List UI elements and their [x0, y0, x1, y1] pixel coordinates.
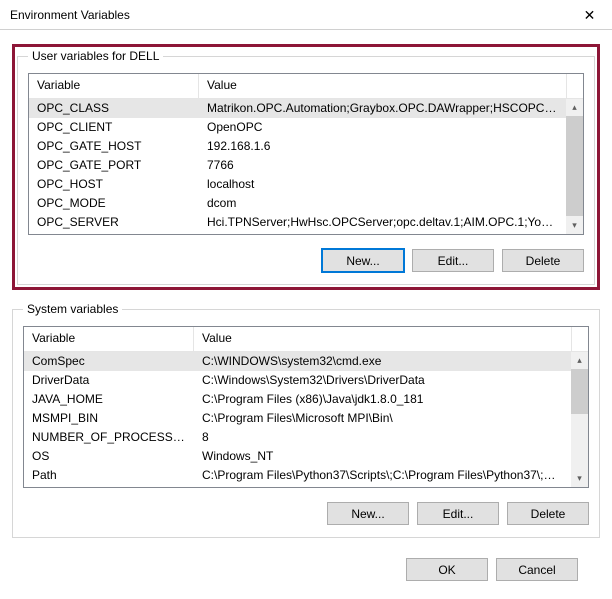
window-content: User variables for DELL Variable Value O… [0, 30, 612, 591]
user-variables-buttons: New... Edit... Delete [28, 249, 584, 272]
listview-body: ComSpecC:\WINDOWS\system32\cmd.exeDriver… [24, 352, 588, 487]
variable-value-cell: Hci.TPNServer;HwHsc.OPCServer;opc.deltav… [199, 213, 566, 232]
system-variables-buttons: New... Edit... Delete [23, 502, 589, 525]
variable-value-cell: C:\Program Files (x86)\Java\jdk1.8.0_181 [194, 390, 571, 409]
table-row[interactable]: OPC_GATE_PORT7766 [29, 156, 566, 175]
variable-value-cell: 7766 [199, 156, 566, 175]
table-row[interactable]: JAVA_HOMEC:\Program Files (x86)\Java\jdk… [24, 390, 571, 409]
new-button[interactable]: New... [327, 502, 409, 525]
new-button[interactable]: New... [322, 249, 404, 272]
table-row[interactable]: PathC:\Program Files\Python37\Scripts\;C… [24, 466, 571, 485]
variable-value-cell: localhost [199, 175, 566, 194]
close-icon[interactable]: ✕ [567, 0, 612, 30]
variable-value-cell: C:\Program Files\Python37\Scripts\;C:\Pr… [194, 466, 571, 485]
scroll-down-icon[interactable]: ▾ [571, 470, 588, 487]
listview-body: OPC_CLASSMatrikon.OPC.Automation;Graybox… [29, 99, 583, 234]
table-row[interactable]: NUMBER_OF_PROCESSORS8 [24, 428, 571, 447]
variable-value-cell: OpenOPC [199, 118, 566, 137]
user-variables-rows: OPC_CLASSMatrikon.OPC.Automation;Graybox… [29, 99, 566, 234]
scroll-down-icon[interactable]: ▾ [566, 217, 583, 234]
variable-name-cell: OPC_CLASS [29, 99, 199, 118]
listview-header: Variable Value [29, 74, 583, 99]
variable-name-cell: Path [24, 466, 194, 485]
user-variables-highlight: User variables for DELL Variable Value O… [12, 44, 600, 290]
table-row[interactable]: OPC_GATE_HOST192.168.1.6 [29, 137, 566, 156]
system-variables-listview[interactable]: Variable Value ComSpecC:\WINDOWS\system3… [23, 326, 589, 488]
variable-name-cell: OPC_GATE_PORT [29, 156, 199, 175]
scrollbar-header-placeholder [571, 327, 588, 351]
column-header-variable[interactable]: Variable [24, 327, 194, 351]
variable-name-cell: MSMPI_BIN [24, 409, 194, 428]
system-variables-group: System variables Variable Value ComSpecC… [12, 302, 600, 538]
variable-value-cell: 8 [194, 428, 571, 447]
variable-name-cell: NUMBER_OF_PROCESSORS [24, 428, 194, 447]
system-variables-scrollbar[interactable]: ▴ ▾ [571, 352, 588, 487]
table-row[interactable]: OSWindows_NT [24, 447, 571, 466]
scroll-thumb[interactable] [571, 369, 588, 414]
column-header-variable[interactable]: Variable [29, 74, 199, 98]
scroll-up-icon[interactable]: ▴ [566, 99, 583, 116]
variable-name-cell: JAVA_HOME [24, 390, 194, 409]
delete-button[interactable]: Delete [502, 249, 584, 272]
system-variables-rows: ComSpecC:\WINDOWS\system32\cmd.exeDriver… [24, 352, 571, 487]
cancel-button[interactable]: Cancel [496, 558, 578, 581]
user-variables-group: User variables for DELL Variable Value O… [17, 49, 595, 285]
table-row[interactable]: MSMPI_BINC:\Program Files\Microsoft MPI\… [24, 409, 571, 428]
listview-header: Variable Value [24, 327, 588, 352]
variable-name-cell: ComSpec [24, 352, 194, 371]
table-row[interactable]: OPC_MODEdcom [29, 194, 566, 213]
window-title: Environment Variables [10, 8, 567, 22]
variable-name-cell: DriverData [24, 371, 194, 390]
delete-button[interactable]: Delete [507, 502, 589, 525]
window-titlebar: Environment Variables ✕ [0, 0, 612, 30]
column-header-value[interactable]: Value [194, 327, 571, 351]
variable-name-cell: OPC_GATE_HOST [29, 137, 199, 156]
system-variables-legend: System variables [23, 302, 122, 316]
variable-value-cell: dcom [199, 194, 566, 213]
table-row[interactable]: OPC_CLASSMatrikon.OPC.Automation;Graybox… [29, 99, 566, 118]
scroll-up-icon[interactable]: ▴ [571, 352, 588, 369]
variable-value-cell: Windows_NT [194, 447, 571, 466]
user-variables-scrollbar[interactable]: ▴ ▾ [566, 99, 583, 234]
scrollbar-header-placeholder [566, 74, 583, 98]
user-variables-legend: User variables for DELL [28, 49, 163, 63]
table-row[interactable]: ComSpecC:\WINDOWS\system32\cmd.exe [24, 352, 571, 371]
table-row[interactable]: OPC_HOSTlocalhost [29, 175, 566, 194]
edit-button[interactable]: Edit... [412, 249, 494, 272]
table-row[interactable]: OPC_CLIENTOpenOPC [29, 118, 566, 137]
variable-name-cell: OPC_HOST [29, 175, 199, 194]
variable-name-cell: OPC_CLIENT [29, 118, 199, 137]
ok-button[interactable]: OK [406, 558, 488, 581]
dialog-footer-buttons: OK Cancel [12, 552, 600, 581]
variable-value-cell: Matrikon.OPC.Automation;Graybox.OPC.DAWr… [199, 99, 566, 118]
column-header-value[interactable]: Value [199, 74, 566, 98]
variable-value-cell: C:\Windows\System32\Drivers\DriverData [194, 371, 571, 390]
system-variables-wrap: System variables Variable Value ComSpecC… [12, 302, 600, 538]
variable-name-cell: OS [24, 447, 194, 466]
user-variables-listview[interactable]: Variable Value OPC_CLASSMatrikon.OPC.Aut… [28, 73, 584, 235]
table-row[interactable]: DriverDataC:\Windows\System32\Drivers\Dr… [24, 371, 571, 390]
scroll-thumb[interactable] [566, 116, 583, 216]
variable-name-cell: OPC_SERVER [29, 213, 199, 232]
table-row[interactable]: OPC_SERVERHci.TPNServer;HwHsc.OPCServer;… [29, 213, 566, 232]
variable-value-cell: 192.168.1.6 [199, 137, 566, 156]
variable-name-cell: OPC_MODE [29, 194, 199, 213]
variable-value-cell: C:\WINDOWS\system32\cmd.exe [194, 352, 571, 371]
variable-value-cell: C:\Program Files\Microsoft MPI\Bin\ [194, 409, 571, 428]
edit-button[interactable]: Edit... [417, 502, 499, 525]
